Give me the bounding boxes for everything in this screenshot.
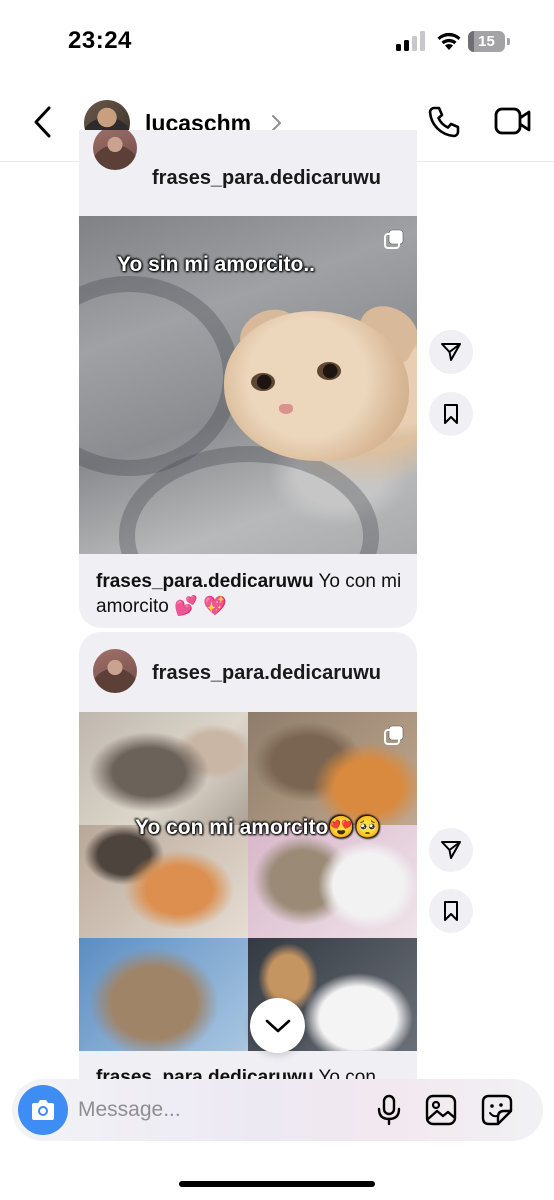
cellular-signal-icon <box>396 31 425 51</box>
shared-post-card[interactable]: frases_para.dedicaruwu Yo con mi amorcit… <box>79 632 417 1082</box>
scroll-to-bottom-button[interactable] <box>250 998 305 1053</box>
status-time: 23:24 <box>68 27 132 54</box>
post-author[interactable]: frases_para.dedicaruwu <box>152 662 381 685</box>
battery-indicator: 15 <box>468 31 510 52</box>
sticker-icon[interactable] <box>480 1093 514 1127</box>
cat-eye <box>317 362 341 380</box>
back-chevron-icon[interactable] <box>28 104 60 140</box>
send-icon <box>441 841 461 859</box>
phone-icon[interactable] <box>426 104 462 140</box>
camera-icon <box>32 1100 54 1120</box>
chevron-down-icon <box>265 1019 290 1032</box>
camera-button[interactable] <box>18 1085 68 1135</box>
carousel-icon <box>384 725 404 745</box>
bookmark-icon <box>444 901 458 921</box>
status-bar: 23:24 15 <box>0 0 554 84</box>
home-indicator <box>179 1181 375 1187</box>
post-author-avatar[interactable] <box>93 649 137 693</box>
video-camera-icon[interactable] <box>494 104 532 138</box>
battery-percent: 15 <box>478 33 495 50</box>
save-post-button[interactable] <box>429 889 473 933</box>
blanket-fold <box>79 276 239 476</box>
collage-photo <box>248 825 417 938</box>
cat-nose <box>279 404 293 414</box>
bookmark-icon <box>444 404 458 424</box>
post-author-avatar[interactable] <box>93 130 137 170</box>
send-icon <box>441 343 461 361</box>
battery-cap <box>507 38 510 45</box>
collage-photo <box>79 938 248 1051</box>
collage-photo <box>79 825 248 938</box>
post-image[interactable]: Yo sin mi amorcito.. <box>79 216 417 554</box>
post-caption: frases_para.dedicaruwu Yo con mi amorcit… <box>96 569 406 619</box>
message-input[interactable] <box>78 1079 358 1141</box>
save-post-button[interactable] <box>429 392 473 436</box>
caption-author: frases_para.dedicaruwu <box>96 571 314 592</box>
share-post-button[interactable] <box>429 828 473 872</box>
wifi-icon <box>437 32 461 50</box>
meme-text: Yo sin mi amorcito.. <box>117 253 315 276</box>
post-author[interactable]: frases_para.dedicaruwu <box>152 167 381 190</box>
carousel-icon <box>384 229 404 249</box>
cat-eye <box>251 373 275 391</box>
meme-text: Yo con mi amorcito😍🥺 <box>135 816 381 839</box>
post-header[interactable]: frases_para.dedicaruwu <box>79 130 417 189</box>
microphone-icon[interactable] <box>372 1093 406 1127</box>
post-header[interactable]: frases_para.dedicaruwu <box>79 632 417 693</box>
post-image-collage[interactable]: Yo con mi amorcito😍🥺 <box>79 712 417 1051</box>
message-composer <box>12 1079 543 1141</box>
shared-post-card[interactable]: frases_para.dedicaruwu Yo sin mi amorcit… <box>79 130 417 628</box>
share-post-button[interactable] <box>429 330 473 374</box>
gallery-icon[interactable] <box>424 1093 458 1127</box>
collage-photo <box>79 712 248 825</box>
